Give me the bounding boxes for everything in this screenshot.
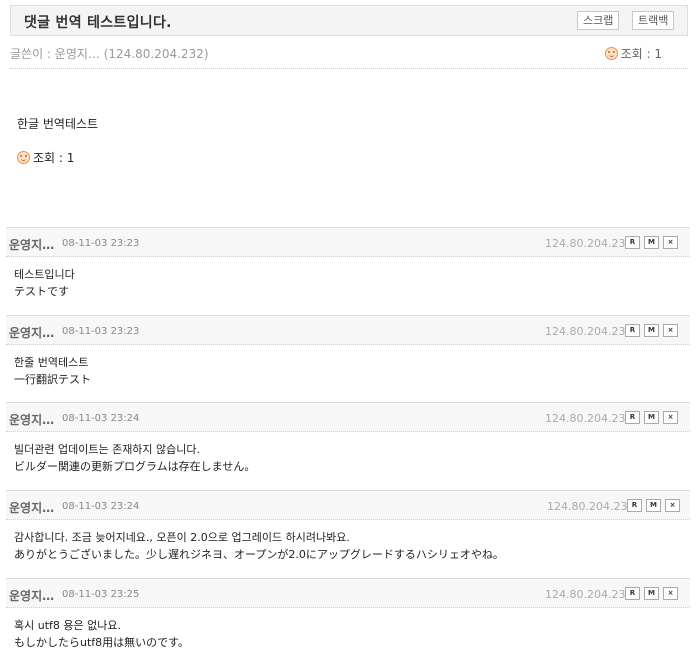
comment-header: 운영지… 08-11-03 23:23 124.80.204.232 R M × [6,315,690,345]
comment-header: 운영지… 08-11-03 23:25 124.80.204.232 R M × [6,578,690,608]
comment-body: 테스트입니다 テストです [6,257,690,300]
comment-author[interactable]: 운영지… [9,587,54,604]
comment-line-ja: テストです [14,285,69,298]
delete-button[interactable]: × [663,587,678,600]
post-meta: 글쓴이 : 운영지… (124.80.204.232) 조회 : 1 [10,44,688,69]
post-title: 댓글 번역 테스트입니다. [24,15,172,31]
comment-body: 혹시 utf8 용은 없나요. もしかしたらutf8用は無いのです。 [6,608,690,651]
reply-button[interactable]: R [625,411,640,424]
comment-date: 08-11-03 23:23 [62,326,140,337]
views-label: 조회 : 1 [620,47,662,61]
comment-line-ja: ビルダー関連の更新プログラムは存在しません。 [14,460,256,473]
delete-button[interactable]: × [663,324,678,337]
smile-icon [604,47,618,60]
comment-header: 운영지… 08-11-03 23:23 124.80.204.232 R M × [6,227,690,257]
comment-author[interactable]: 운영지… [9,324,54,341]
reply-button[interactable]: R [625,587,640,600]
smile-icon [17,151,30,164]
modify-button[interactable]: M [644,411,659,424]
comment-line-ko: 감사합니다. 조금 늦어지네요., 오픈이 2.0으로 업그레이드 하시려나봐요… [14,531,350,544]
reply-button[interactable]: R [627,499,642,512]
post-body-views: 조회 : 1 [17,149,74,166]
delete-button[interactable]: × [663,236,678,249]
comment-line-ko: 빌더관련 업데이트는 존재하지 않습니다. [14,443,201,456]
comment-item: 운영지… 08-11-03 23:24 124.80.204.232 R M ×… [6,402,690,475]
comment-line-ja: 一行翻訳テスト [14,373,91,386]
trackback-button[interactable]: 트랙백 [632,11,675,30]
comment-ip: 124.80.204.232 [545,325,633,338]
post-author[interactable]: 글쓴이 : 운영지… (124.80.204.232) [10,45,209,62]
modify-button[interactable]: M [644,324,659,337]
comment-item: 운영지… 08-11-03 23:24 124.80.204.232 R M ×… [6,490,690,563]
delete-button[interactable]: × [665,499,680,512]
modify-button[interactable]: M [644,236,659,249]
scrap-button[interactable]: 스크랩 [577,11,620,30]
comment-ip: 124.80.204.232 [545,412,633,425]
comment-body: 감사합니다. 조금 늦어지네요., 오픈이 2.0으로 업그레이드 하시려나봐요… [6,520,690,563]
comment-item: 운영지… 08-11-03 23:23 124.80.204.232 R M ×… [6,315,690,388]
delete-button[interactable]: × [663,411,678,424]
comment-author[interactable]: 운영지… [9,499,54,516]
comment-line-ko: 테스트입니다 [14,268,75,281]
reply-button[interactable]: R [625,236,640,249]
comment-date: 08-11-03 23:24 [62,501,140,512]
comment-author[interactable]: 운영지… [9,236,54,253]
comment-date: 08-11-03 23:23 [62,238,140,249]
comment-author[interactable]: 운영지… [9,411,54,428]
comment-item: 운영지… 08-11-03 23:25 124.80.204.232 R M ×… [6,578,690,651]
reply-button[interactable]: R [625,324,640,337]
post-body: 한글 번역테스트 [17,117,99,131]
comment-line-ja: ありがとうございました。少し遅れジネヨ、オープンが2.0にアップグレードするハシ… [14,548,504,561]
modify-button[interactable]: M [646,499,661,512]
comment-date: 08-11-03 23:24 [62,413,140,424]
comment-body: 한줄 번역테스트 一行翻訳テスト [6,345,690,388]
comment-date: 08-11-03 23:25 [62,589,140,600]
comment-header: 운영지… 08-11-03 23:24 124.80.204.232 R M × [6,490,690,520]
comment-ip: 124.80.204.232 [545,237,633,250]
comment-ip: 124.80.204.232 [545,588,633,601]
modify-button[interactable]: M [644,587,659,600]
body-views-label: 조회 : 1 [33,151,75,165]
comment-line-ja: もしかしたらutf8用は無いのです。 [14,636,190,649]
post-header: 댓글 번역 테스트입니다. 스크랩 트랙백 [10,5,688,36]
comment-line-ko: 한줄 번역테스트 [14,356,89,369]
comment-item: 운영지… 08-11-03 23:23 124.80.204.232 R M ×… [6,227,690,300]
comment-ip: 124.80.204.232 [547,500,635,513]
comment-line-ko: 혹시 utf8 용은 없나요. [14,619,121,632]
comment-body: 빌더관련 업데이트는 존재하지 않습니다. ビルダー関連の更新プログラムは存在し… [6,432,690,475]
post-views: 조회 : 1 [604,45,662,62]
comment-header: 운영지… 08-11-03 23:24 124.80.204.232 R M × [6,402,690,432]
